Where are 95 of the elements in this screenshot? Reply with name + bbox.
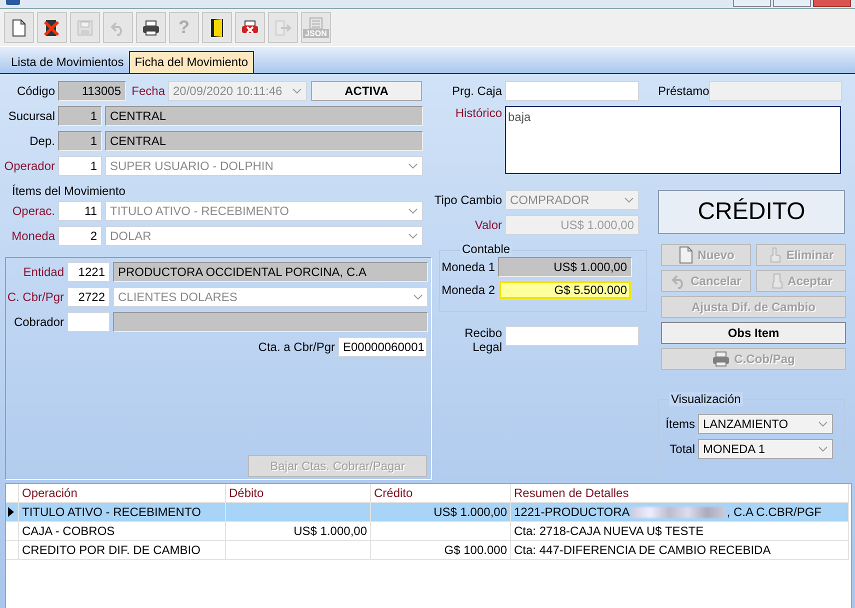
page-arrow-icon	[274, 20, 292, 36]
maximize-button[interactable]	[773, 0, 811, 7]
table-row[interactable]: CREDITO POR DIF. DE CAMBIO G$ 100.000 Cta: 447-DIFERENCIA DE CAMBIO RECEBIDA	[6, 541, 851, 560]
table-cell: US$ 1.000,00	[226, 522, 371, 541]
detail-text: , C.A C.CBR/PGF	[726, 505, 822, 519]
floppy-icon	[77, 20, 93, 36]
row-pointer-icon	[8, 507, 14, 517]
toolbar-button[interactable]	[4, 12, 34, 43]
field-label: Cobrador	[12, 315, 64, 329]
row-indicator	[6, 541, 19, 560]
field-label: Moneda 2	[440, 283, 495, 297]
code-field[interactable]	[67, 312, 110, 332]
currency-field: US$ 1.000,00	[498, 257, 632, 277]
tab[interactable]: Lista de Movimientos	[6, 52, 129, 73]
table-cell: Cta: 2718-CAJA NUEVA U$ TESTE	[511, 522, 849, 541]
field-label: Operador	[3, 159, 55, 173]
code-field: 113005	[58, 81, 126, 101]
app-icon	[6, 0, 20, 5]
field-label: Valor	[474, 218, 502, 232]
field-label: C. Cbr/Pgr	[6, 290, 64, 304]
chevron-down-icon[interactable]	[408, 233, 418, 239]
printer-cross-icon	[241, 20, 259, 36]
table-row[interactable]: CAJA - COBROS US$ 1.000,00 Cta: 2718-CAJA NUEVA U$ TESTE	[6, 522, 851, 541]
table-cell: Cta: 447-DIFERENCIA DE CAMBIO RECEBIDA	[511, 541, 849, 560]
code-field[interactable]: 11	[58, 201, 102, 221]
code-field[interactable]: 2722	[67, 287, 110, 307]
view-select[interactable]: MONEDA 1	[698, 439, 833, 459]
field-label: Moneda	[10, 229, 55, 243]
action-button[interactable]: Obs Item	[661, 322, 846, 344]
field-label: Entidad	[22, 265, 64, 279]
row-indicator	[6, 522, 19, 541]
field-label: Recibo Legal	[464, 326, 502, 354]
chevron-down-icon[interactable]	[818, 446, 828, 452]
chevron-down-icon[interactable]	[292, 88, 302, 94]
code-field: 1	[58, 106, 102, 126]
printer-icon	[142, 20, 160, 36]
close-button[interactable]	[813, 0, 851, 7]
table-cell: CAJA - COBROS	[19, 522, 226, 541]
toolbar-button[interactable]	[136, 12, 166, 43]
date-field: 20/09/2020 10:11:46	[168, 81, 307, 101]
tab[interactable]: Ficha del Movimiento	[128, 51, 254, 73]
cash-field[interactable]	[505, 81, 639, 101]
chevron-down-icon[interactable]	[624, 197, 634, 203]
value-field: US$ 1.000,00	[505, 215, 639, 235]
name-field: CENTRAL	[105, 131, 423, 151]
toolbar-button[interactable]	[37, 12, 67, 43]
field-label: Tipo Cambio	[433, 193, 502, 207]
field-label: Sucursal	[7, 109, 55, 123]
account-field[interactable]: E00000060001	[338, 337, 427, 357]
table-cell: CREDITO POR DIF. DE CAMBIO	[19, 541, 226, 560]
field-label: Código	[16, 84, 55, 98]
minimize-button[interactable]	[733, 0, 771, 7]
exchange-type-field: COMPRADOR	[505, 190, 639, 210]
name-field: CENTRAL	[105, 106, 423, 126]
view-select[interactable]: LANZAMIENTO	[698, 414, 833, 434]
field-label: Cta. a Cbr/Pgr	[257, 340, 335, 354]
field-label: Ítems	[665, 417, 695, 431]
toolbar-button[interactable]	[202, 12, 232, 43]
field-label: Moneda 1	[440, 260, 495, 274]
code-field: 1	[58, 131, 102, 151]
table-row[interactable]: TITULO ATIVO - RECEBIMENTO US$ 1.000,00 1221-PRODUCTORA , C.A C.CBR/PGF	[6, 503, 851, 522]
code-field[interactable]: 1221	[67, 262, 110, 282]
page-icon	[678, 246, 694, 264]
history-field[interactable]: baja	[505, 106, 841, 174]
chevron-down-icon[interactable]	[408, 208, 418, 214]
document-lines-icon	[308, 17, 324, 29]
table-cell: G$ 100.000	[371, 541, 511, 560]
movement-type-label: CRÉDITO	[658, 190, 845, 234]
json-label: JSON	[303, 29, 329, 38]
code-field[interactable]: 2	[58, 226, 102, 246]
group-title: Visualización	[669, 392, 743, 406]
toolbar-button[interactable]	[235, 12, 265, 43]
chevron-down-icon[interactable]	[413, 294, 423, 300]
field-label: Histórico	[454, 106, 502, 120]
page-icon	[11, 18, 27, 36]
receipt-field[interactable]	[505, 326, 639, 346]
code-field[interactable]: 1	[58, 156, 102, 176]
table-cell: US$ 1.000,00	[371, 503, 511, 522]
field-label: Dep.	[28, 134, 55, 148]
currency-field[interactable]: G$ 5.500.000	[498, 280, 632, 300]
field-label: Total	[668, 442, 695, 456]
name-field: PRODUCTORA OCCIDENTAL PORCINA, C.A	[113, 262, 428, 282]
detail-text: 1221-PRODUCTORA	[514, 505, 630, 519]
field-label: Fecha	[131, 84, 165, 98]
section-title: Ítems del Movimiento	[12, 184, 126, 200]
group-title: Contable	[460, 242, 512, 256]
field-label: Prg. Caja	[450, 84, 502, 98]
chevron-down-icon[interactable]	[818, 421, 828, 427]
chevron-down-icon[interactable]	[408, 163, 418, 169]
table-cell: TITULO ATIVO - RECEBIMENTO	[19, 503, 226, 522]
field-label: Operac.	[11, 204, 55, 218]
printer-icon	[712, 351, 730, 367]
page-cross-icon	[44, 18, 60, 36]
status-label: ACTIVA	[311, 81, 422, 101]
door-icon	[210, 18, 224, 38]
